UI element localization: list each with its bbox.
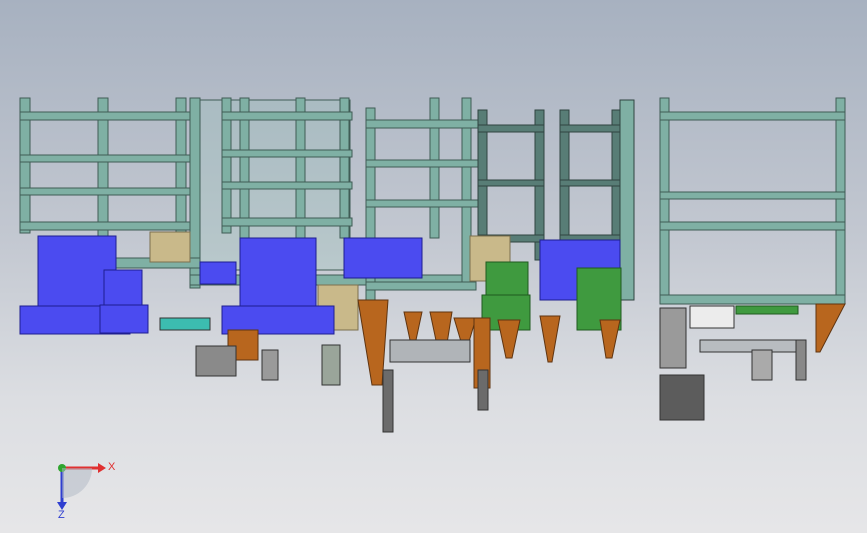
z-axis-label: Z <box>58 509 65 520</box>
x-axis-label: X <box>108 461 116 473</box>
x-axis-arrowhead <box>98 463 106 473</box>
y-axis-arc <box>62 468 92 498</box>
cad-graphics-viewport[interactable]: X Z <box>0 0 867 533</box>
right-frame-module <box>659 97 846 305</box>
cad-assembly-model[interactable] <box>0 0 867 533</box>
coordinate-triad-icon: X Z <box>57 461 116 520</box>
